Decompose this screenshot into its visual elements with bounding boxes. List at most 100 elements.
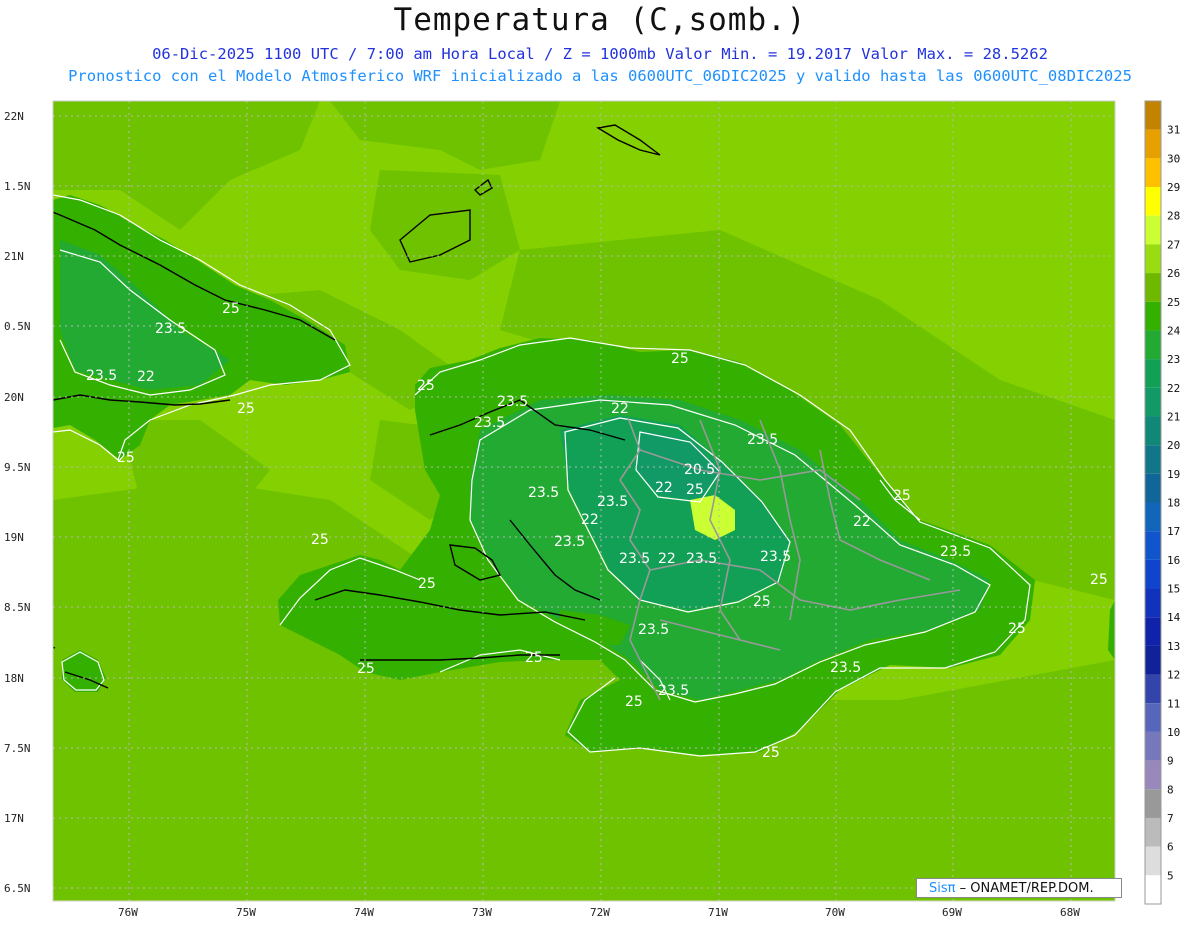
colorbar-swatch — [1145, 817, 1161, 847]
colorbar-swatch — [1145, 588, 1161, 618]
contour-label: 23.5 — [638, 622, 669, 638]
temperature-map: 25 23.5 23.5 22 25 25 25 25 23.5 23.5 22… — [4, 100, 1181, 919]
latitude-labels: 22N 1.5N 21N 0.5N 20N 9.5N 19N 8.5N 18N … — [4, 110, 31, 895]
lon-label: 69W — [942, 906, 962, 919]
contour-label: 22 — [853, 514, 871, 530]
contour-label: 22 — [611, 401, 629, 417]
colorbar-swatch — [1145, 387, 1161, 417]
contour-label: 25 — [893, 488, 911, 504]
contour-label: 23.5 — [940, 544, 971, 560]
colorbar-label: 5 — [1167, 869, 1174, 882]
colorbar-swatch — [1145, 215, 1161, 245]
contour-label: 23.5 — [760, 549, 791, 565]
contour-label: 23.5 — [554, 534, 585, 550]
colorbar-swatch — [1145, 789, 1161, 818]
contour-label: 25 — [762, 745, 780, 761]
contour-label: 20.5 — [684, 462, 715, 478]
lat-label: 7.5N — [4, 742, 31, 755]
longitude-labels: 76W 75W 74W 73W 72W 71W 70W 69W 68W — [118, 906, 1080, 919]
colorbar-label: 10 — [1167, 726, 1180, 739]
lon-label: 71W — [708, 906, 728, 919]
map-area: 25 23.5 23.5 22 25 25 25 25 23.5 23.5 22… — [53, 101, 1115, 901]
contour-label: 22 — [581, 512, 599, 528]
colorbar-label: 6 — [1167, 841, 1174, 854]
colorbar-label: 17 — [1167, 525, 1180, 538]
colorbar-swatch — [1145, 330, 1161, 360]
colorbar-label: 13 — [1167, 640, 1180, 653]
colorbar-label: 27 — [1167, 238, 1180, 251]
lat-label: 22N — [4, 110, 24, 123]
contour-label: 22 — [658, 551, 676, 567]
colorbar-label: 31 — [1167, 124, 1180, 137]
contour-label: 22 — [137, 369, 155, 385]
colorbar-label: 20 — [1167, 439, 1180, 452]
contour-label: 25 — [311, 532, 329, 548]
colorbar-label: 26 — [1167, 267, 1180, 280]
colorbar-label: 25 — [1167, 296, 1180, 309]
colorbar-swatch — [1145, 674, 1161, 704]
contour-label: 23.5 — [830, 660, 861, 676]
contour-label: 25 — [1008, 621, 1026, 637]
colorbar-swatch — [1145, 760, 1161, 790]
credit-org: – ONAMET/REP.DOM. — [955, 881, 1094, 896]
colorbar-label: 14 — [1167, 611, 1181, 624]
contour-label: 25 — [1090, 572, 1108, 588]
lon-label: 74W — [354, 906, 374, 919]
colorbar-label: 30 — [1167, 152, 1180, 165]
contour-label: 23.5 — [619, 551, 650, 567]
contour-label: 23.5 — [747, 432, 778, 448]
colorbar-swatch — [1145, 244, 1161, 274]
lat-label: 0.5N — [4, 320, 31, 333]
contour-label: 25 — [671, 351, 689, 367]
colorbar-swatch — [1145, 645, 1161, 675]
colorbar-label: 12 — [1167, 669, 1180, 682]
colorbar-swatch — [1145, 731, 1161, 761]
contour-label: 25 — [753, 594, 771, 610]
lat-label: 1.5N — [4, 180, 31, 193]
colorbar-swatch — [1145, 846, 1161, 876]
colorbar-label: 11 — [1167, 697, 1180, 710]
lat-label: 20N — [4, 391, 24, 404]
contour-label: 25 — [237, 401, 255, 417]
colorbar-label: 28 — [1167, 210, 1180, 223]
lat-label: 8.5N — [4, 601, 31, 614]
colorbar-swatch — [1145, 187, 1161, 216]
colorbar-swatch — [1145, 703, 1161, 732]
colorbar-label: 18 — [1167, 497, 1180, 510]
colorbar-label: 15 — [1167, 583, 1180, 596]
colorbar-swatch — [1145, 559, 1161, 589]
colorbar-swatch — [1145, 445, 1161, 474]
lon-label: 68W — [1060, 906, 1080, 919]
colorbar-label: 24 — [1167, 324, 1181, 337]
contour-label: 25 — [525, 650, 543, 666]
lon-label: 70W — [825, 906, 845, 919]
colorbar-swatch — [1145, 301, 1161, 331]
lat-label: 9.5N — [4, 461, 31, 474]
colorbar-swatch — [1145, 273, 1161, 302]
colorbar-label: 7 — [1167, 812, 1174, 825]
colorbar-swatch — [1145, 617, 1161, 646]
lon-label: 75W — [236, 906, 256, 919]
contour-label: 23.5 — [658, 683, 689, 699]
colorbar-label: 9 — [1167, 755, 1174, 768]
lon-label: 73W — [472, 906, 492, 919]
lat-label: 18N — [4, 672, 24, 685]
colorbar-swatch — [1145, 875, 1161, 904]
colorbar-swatch — [1145, 359, 1161, 388]
contour-label: 23.5 — [686, 551, 717, 567]
contour-label: 25 — [357, 661, 375, 677]
lat-label: 6.5N — [4, 882, 31, 895]
colorbar-swatch — [1145, 101, 1161, 130]
colorbar: 31 30 29 28 27 26 25 24 23 22 21 20 19 18 17 16 15 14 13 12… — [1144, 100, 1181, 905]
colorbar-label: 23 — [1167, 353, 1180, 366]
colorbar-swatch — [1145, 502, 1161, 532]
colorbar-swatch — [1145, 416, 1161, 446]
colorbar-swatch — [1145, 473, 1161, 503]
contour-label: 23.5 — [528, 485, 559, 501]
colorbar-swatch — [1145, 158, 1161, 188]
contour-label: 25 — [686, 482, 704, 498]
lon-label: 76W — [118, 906, 138, 919]
contour-label: 25 — [222, 301, 240, 317]
sispi-logo-text: Sisπ — [929, 881, 956, 896]
colorbar-swatch — [1145, 129, 1161, 159]
